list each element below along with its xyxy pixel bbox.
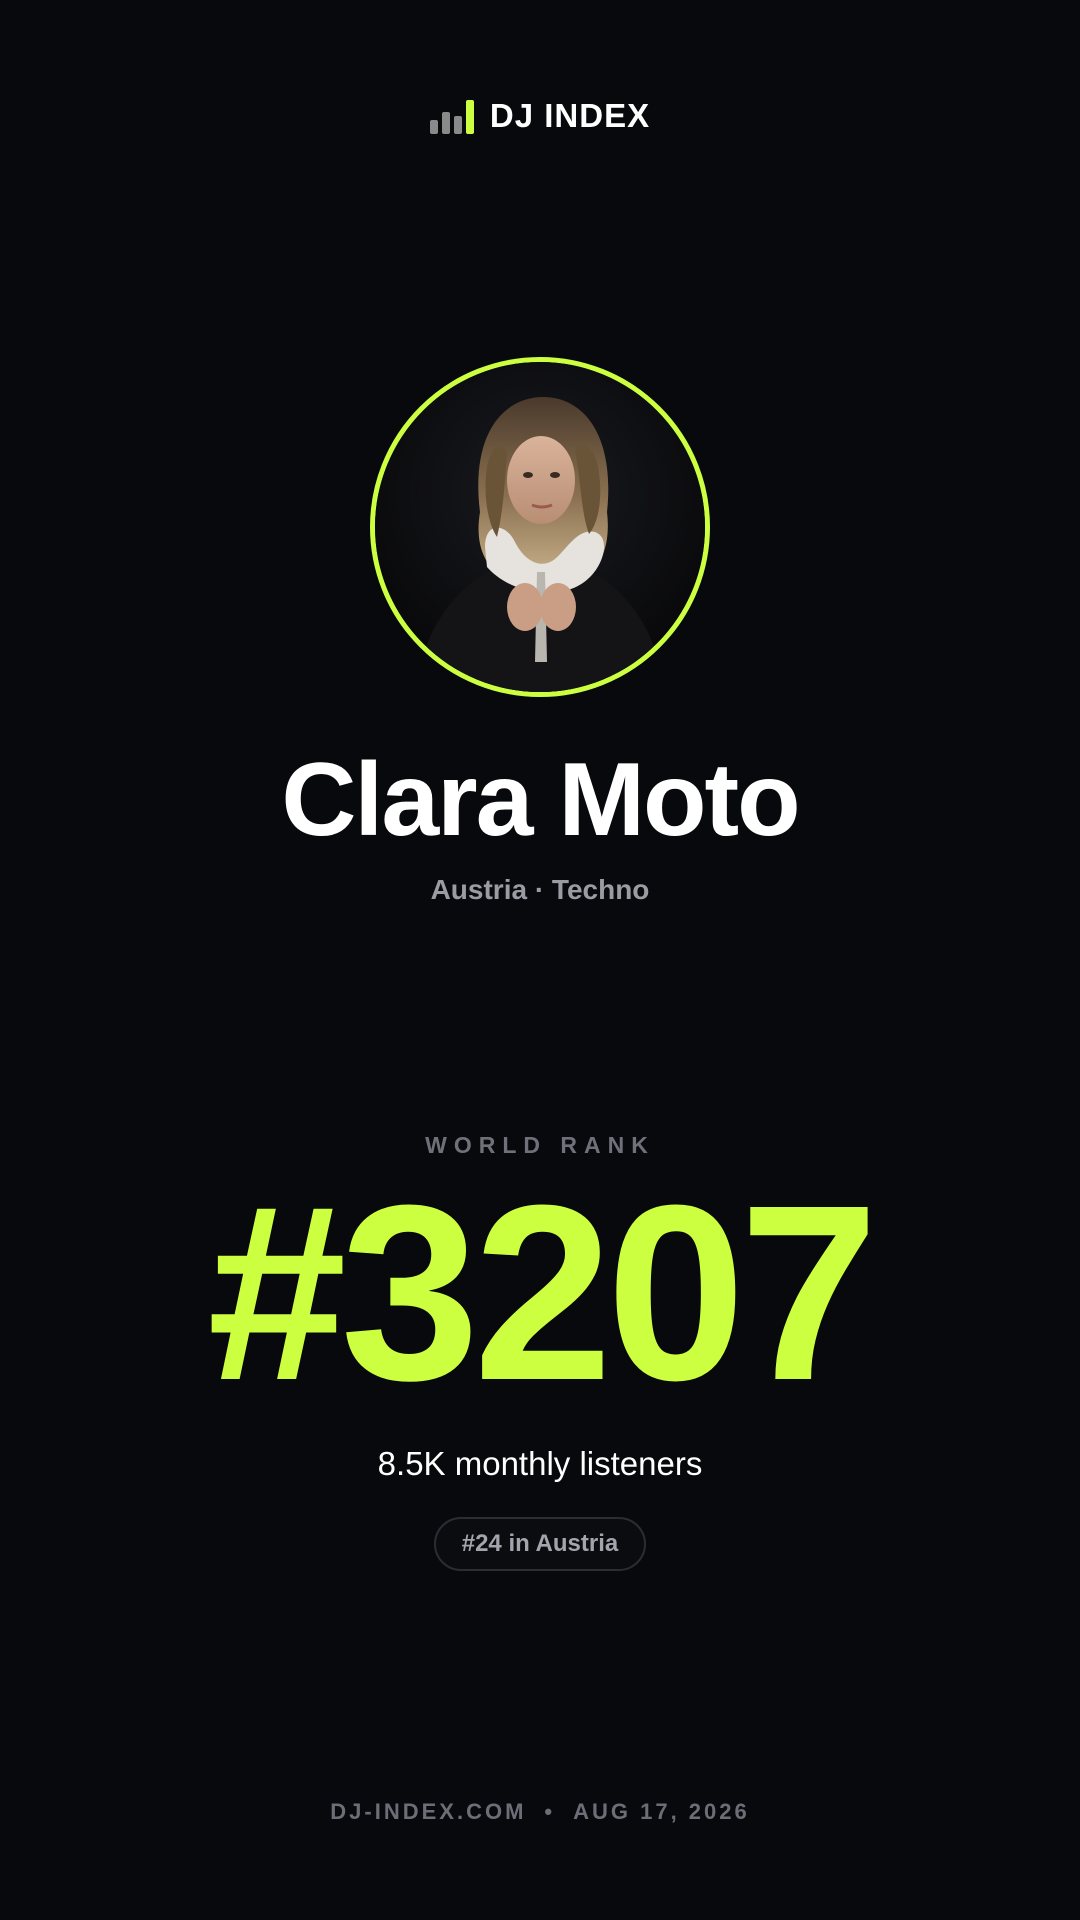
bar-chart-icon — [429, 98, 474, 134]
brand-name: DJ INDEX — [489, 97, 651, 134]
artist-avatar — [370, 357, 710, 697]
artist-photo — [375, 362, 705, 692]
footer-site: DJ-INDEX.COM — [330, 1799, 527, 1824]
world-rank-value: #3207 — [207, 1153, 878, 1432]
footer-date: AUG 17, 2026 — [573, 1799, 750, 1824]
footer-separator: • — [544, 1799, 556, 1824]
bar-chart-icon-bar-accent — [465, 100, 474, 134]
bar-chart-icon-bar — [441, 112, 450, 134]
bar-chart-icon-bar — [429, 120, 438, 134]
country-rank-wrap: #24 in Austria — [0, 1517, 1080, 1571]
artist-meta: Austria · Techno — [430, 874, 650, 905]
brand-header: DJ INDEX — [0, 96, 1080, 136]
country-rank-badge: #24 in Austria — [433, 1517, 647, 1571]
bar-chart-icon-bar — [453, 116, 462, 134]
artist-name: Clara Moto — [281, 742, 800, 858]
footer: DJ-INDEX.COM • AUG 17, 2026 — [0, 1797, 1080, 1827]
share-card: DJ INDEX Clara Moto Austria · Techno WOR… — [0, 0, 1080, 1920]
monthly-listeners: 8.5K monthly listeners — [377, 1445, 703, 1482]
